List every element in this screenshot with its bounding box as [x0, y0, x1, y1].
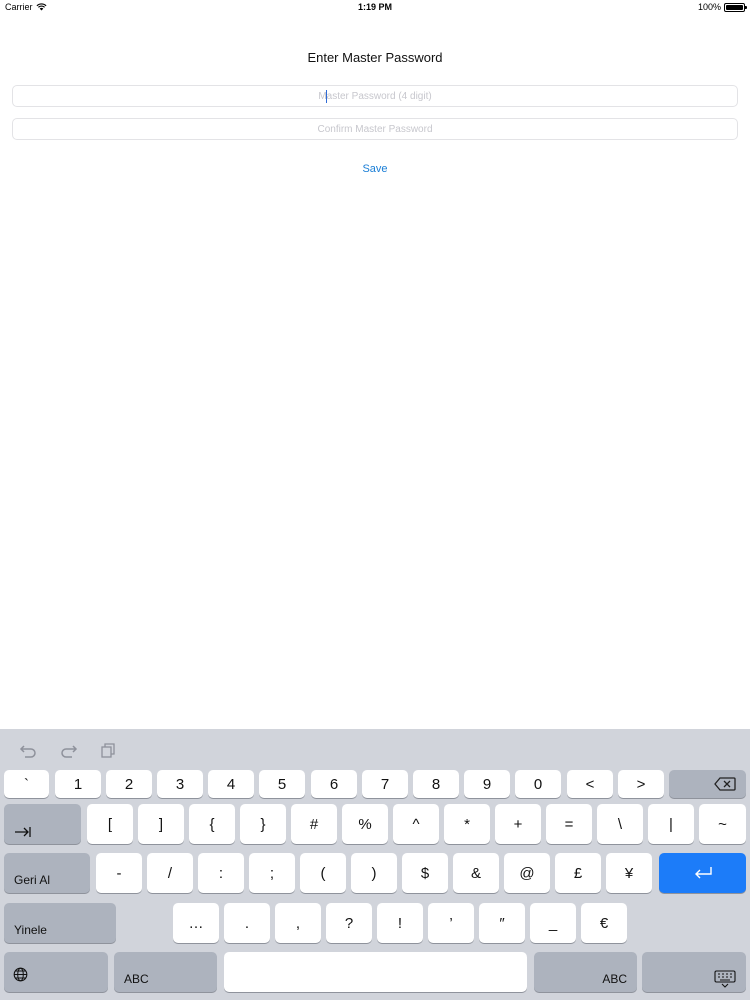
battery-icon	[724, 2, 747, 12]
delete-key[interactable]	[669, 770, 746, 798]
key-at[interactable]: @	[504, 853, 550, 893]
keyboard: ` 1 2 3 4 5 6 7 8 9 0 < > [ ] { } # % ^ …	[0, 729, 750, 1000]
key-period[interactable]: .	[224, 903, 270, 943]
key-underscore[interactable]: _	[530, 903, 576, 943]
shortcut-bar	[0, 729, 750, 767]
key-1[interactable]: 1	[55, 770, 101, 798]
keyboard-dismiss-icon	[714, 970, 736, 988]
key-euro[interactable]: €	[581, 903, 627, 943]
key-hyphen[interactable]: -	[96, 853, 142, 893]
key-right-brace[interactable]: }	[240, 804, 286, 844]
key-plus[interactable]: +	[495, 804, 541, 844]
key-question[interactable]: ?	[326, 903, 372, 943]
key-percent[interactable]: %	[342, 804, 388, 844]
return-key[interactable]	[659, 853, 746, 893]
key-ampersand[interactable]: &	[453, 853, 499, 893]
key-right-bracket[interactable]: ]	[138, 804, 184, 844]
key-exclamation[interactable]: !	[377, 903, 423, 943]
tab-icon	[15, 827, 31, 837]
key-left-brace[interactable]: {	[189, 804, 235, 844]
key-hash[interactable]: #	[291, 804, 337, 844]
text-cursor	[326, 90, 327, 103]
key-semicolon[interactable]: ;	[249, 853, 295, 893]
key-2[interactable]: 2	[106, 770, 152, 798]
key-asterisk[interactable]: *	[444, 804, 490, 844]
key-7[interactable]: 7	[362, 770, 408, 798]
paste-icon[interactable]	[98, 742, 118, 758]
abc-key-left[interactable]: ABC	[114, 952, 217, 992]
key-left-bracket[interactable]: [	[87, 804, 133, 844]
key-greater-than[interactable]: >	[618, 770, 664, 798]
key-backtick[interactable]: `	[4, 770, 49, 798]
master-password-input[interactable]	[13, 86, 737, 107]
globe-key[interactable]	[4, 952, 108, 992]
status-right: 100%	[697, 2, 747, 12]
key-pipe[interactable]: |	[648, 804, 694, 844]
redo-key[interactable]: Yinele	[4, 903, 116, 943]
key-less-than[interactable]: <	[567, 770, 613, 798]
status-time: 1:19 PM	[357, 2, 392, 12]
key-equals[interactable]: =	[546, 804, 592, 844]
battery-fill	[726, 4, 743, 10]
undo-key[interactable]: Geri Al	[4, 853, 90, 893]
key-double-prime[interactable]: ″	[479, 903, 525, 943]
key-8[interactable]: 8	[413, 770, 459, 798]
key-5[interactable]: 5	[259, 770, 305, 798]
redo-icon[interactable]	[58, 742, 78, 758]
globe-icon	[13, 967, 28, 982]
key-apostrophe[interactable]: ’	[428, 903, 474, 943]
battery-percent: 100%	[697, 2, 721, 12]
key-9[interactable]: 9	[464, 770, 510, 798]
key-yen[interactable]: ¥	[606, 853, 652, 893]
abc-key-right[interactable]: ABC	[534, 952, 637, 992]
key-4[interactable]: 4	[208, 770, 254, 798]
key-caret[interactable]: ^	[393, 804, 439, 844]
key-colon[interactable]: :	[198, 853, 244, 893]
delete-icon	[714, 777, 736, 791]
key-comma[interactable]: ,	[275, 903, 321, 943]
space-key[interactable]	[224, 952, 527, 992]
page-title: Enter Master Password	[307, 50, 443, 65]
key-0[interactable]: 0	[515, 770, 561, 798]
key-slash[interactable]: /	[147, 853, 193, 893]
key-tilde[interactable]: ~	[699, 804, 746, 844]
key-6[interactable]: 6	[311, 770, 357, 798]
return-icon	[694, 867, 712, 879]
master-password-field[interactable]	[12, 85, 738, 107]
key-dollar[interactable]: $	[402, 853, 448, 893]
key-ellipsis[interactable]: …	[173, 903, 219, 943]
tab-key[interactable]	[4, 804, 81, 844]
confirm-password-input[interactable]	[13, 119, 737, 140]
key-pound[interactable]: £	[555, 853, 601, 893]
confirm-password-field[interactable]	[12, 118, 738, 140]
key-backslash[interactable]: \	[597, 804, 643, 844]
key-3[interactable]: 3	[157, 770, 203, 798]
undo-icon[interactable]	[19, 742, 39, 758]
save-button[interactable]: Save	[0, 163, 750, 175]
key-right-paren[interactable]: )	[351, 853, 397, 893]
key-left-paren[interactable]: (	[300, 853, 346, 893]
status-bar: Carrier 1:19 PM 100%	[0, 0, 750, 16]
keyboard-dismiss-key[interactable]	[642, 952, 746, 992]
